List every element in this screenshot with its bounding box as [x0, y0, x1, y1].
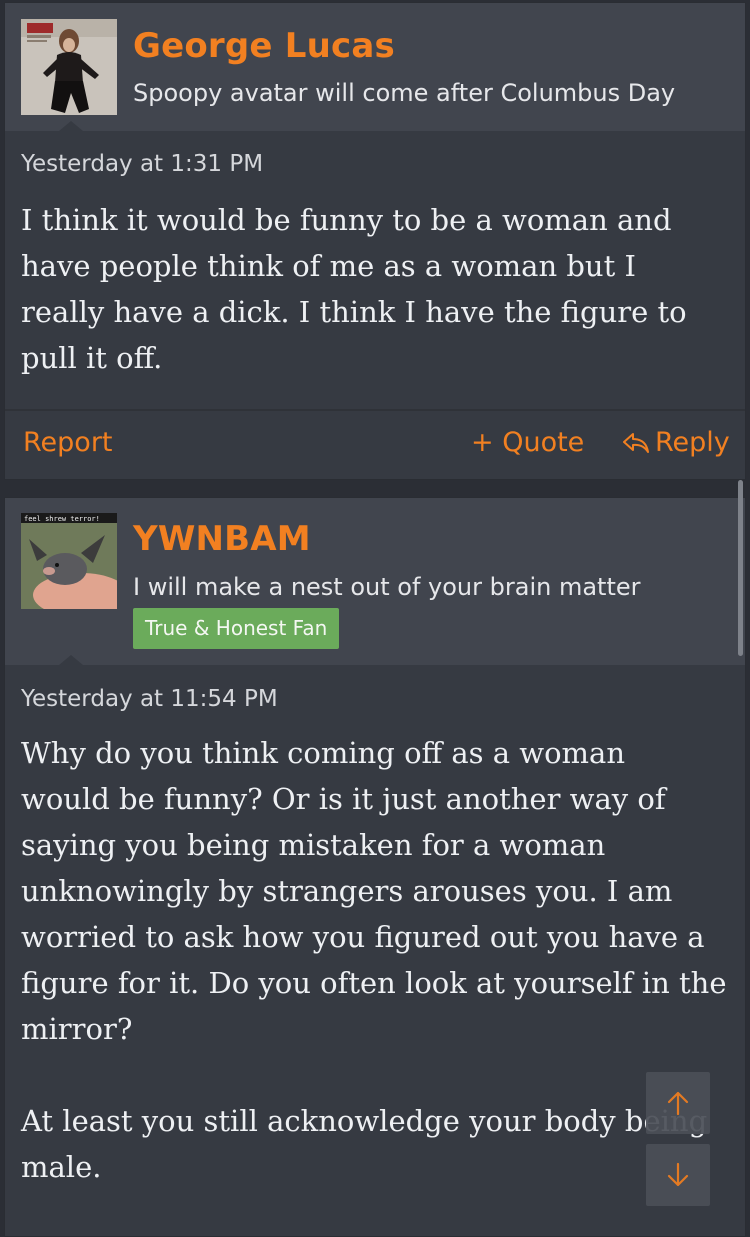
message-line: figure for it. Do you often look at your…: [21, 966, 727, 1000]
message-line: male.: [21, 1150, 102, 1184]
scroll-to-top-button[interactable]: [646, 1072, 710, 1134]
avatar[interactable]: [21, 19, 117, 115]
post-header: feel shrew terror! YWNBAM I will make a …: [5, 498, 745, 665]
username[interactable]: YWNBAM: [133, 519, 311, 559]
post: feel shrew terror! YWNBAM I will make a …: [4, 497, 746, 1237]
arrow-down-icon: [664, 1161, 692, 1189]
report-button[interactable]: Report: [23, 427, 113, 458]
message-line: [21, 1052, 733, 1098]
message-line: I think it would be funny to be a woman …: [21, 203, 672, 237]
reply-button[interactable]: Reply: [621, 427, 730, 458]
message-line: pull it off.: [21, 341, 163, 375]
post-message: I think it would be funny to be a woman …: [21, 197, 733, 381]
arrow-up-icon: [664, 1089, 692, 1117]
header-pointer: [59, 121, 83, 131]
reply-arrow-icon: [621, 431, 651, 455]
avatar[interactable]: feel shrew terror!: [21, 513, 117, 609]
reply-label: Reply: [655, 427, 730, 458]
message-line: worried to ask how you figured out you h…: [21, 920, 705, 954]
post-timestamp[interactable]: Yesterday at 11:54 PM: [21, 686, 278, 712]
page-scrollbar[interactable]: [738, 480, 743, 656]
header-pointer: [59, 655, 83, 665]
user-title: I will make a nest out of your brain mat…: [133, 573, 641, 601]
avatar-caption: feel shrew terror!: [24, 515, 100, 523]
post-timestamp[interactable]: Yesterday at 1:31 PM: [21, 151, 263, 177]
user-banner-badge: True & Honest Fan: [133, 608, 340, 649]
scroll-to-bottom-button[interactable]: [646, 1144, 710, 1206]
message-line: unknowingly by strangers arouses you. I …: [21, 874, 673, 908]
user-title: Spoopy avatar will come after Columbus D…: [133, 79, 676, 107]
username[interactable]: George Lucas: [133, 26, 395, 66]
message-line: really have a dick. I think I have the f…: [21, 295, 687, 329]
message-line: saying you being mistaken for a woman: [21, 828, 606, 862]
post-message: Why do you think coming off as a woman w…: [21, 730, 733, 1190]
quote-button[interactable]: + Quote: [471, 427, 584, 458]
message-line: mirror?: [21, 1012, 133, 1046]
post-header: George Lucas Spoopy avatar will come aft…: [5, 3, 745, 131]
message-line: have people think of me as a woman but I: [21, 249, 636, 283]
post: George Lucas Spoopy avatar will come aft…: [4, 2, 746, 480]
message-line: would be funny? Or is it just another wa…: [21, 782, 666, 816]
message-line: At least you still acknowledge your body…: [21, 1104, 708, 1138]
message-line: Why do you think coming off as a woman: [21, 736, 626, 770]
post-actions: Report + Quote Reply: [5, 409, 745, 483]
